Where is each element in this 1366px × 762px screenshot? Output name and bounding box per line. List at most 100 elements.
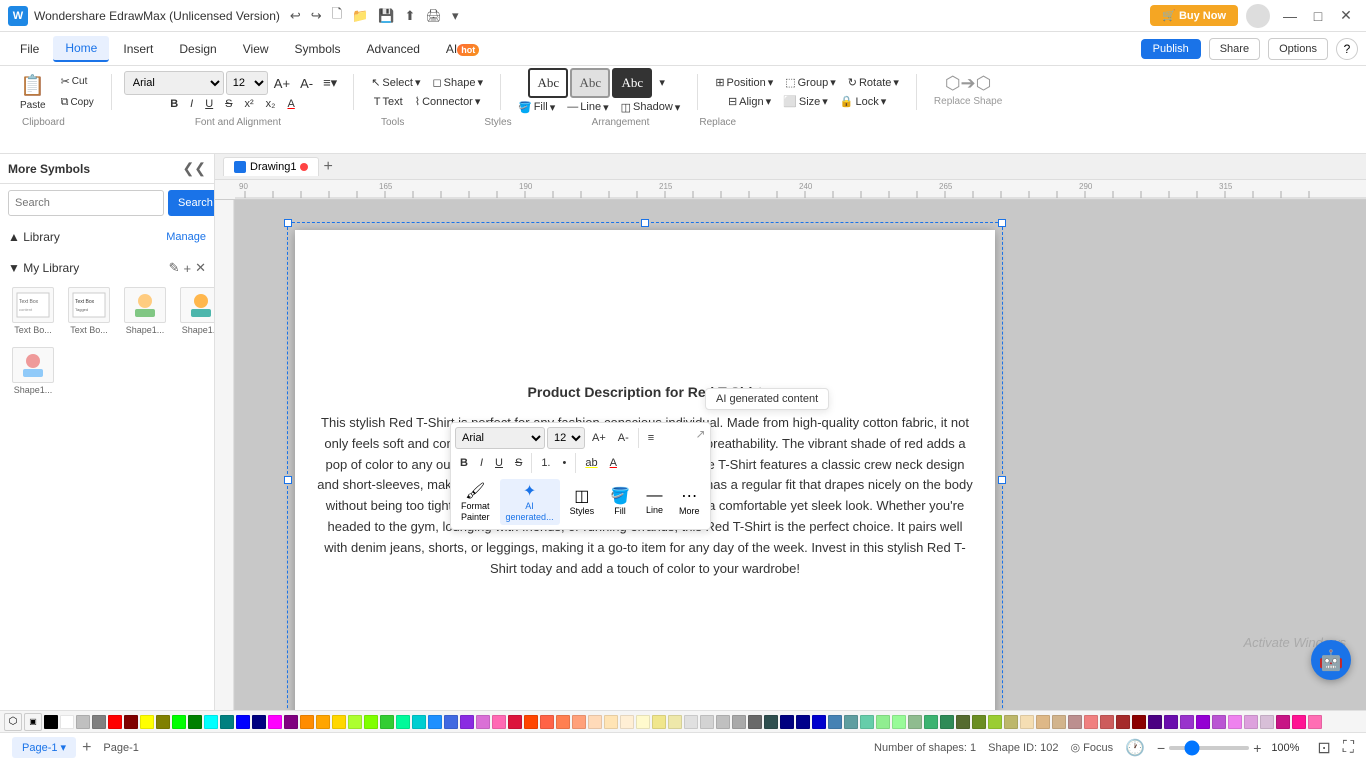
- color-swatch[interactable]: [1244, 715, 1258, 729]
- handle-top[interactable]: [641, 219, 649, 227]
- ft-line-button[interactable]: — Line: [640, 485, 669, 518]
- menu-design[interactable]: Design: [167, 37, 228, 61]
- color-swatch[interactable]: [796, 715, 810, 729]
- color-swatch[interactable]: [364, 715, 378, 729]
- color-swatch[interactable]: [172, 715, 186, 729]
- color-swatch[interactable]: [748, 715, 762, 729]
- ft-fill-button[interactable]: 🪣 Fill: [604, 484, 636, 519]
- menu-view[interactable]: View: [231, 37, 281, 61]
- bold-button[interactable]: B: [165, 95, 183, 113]
- color-swatch[interactable]: [1036, 715, 1050, 729]
- ft-font-select[interactable]: Arial: [455, 427, 545, 449]
- maximize-button[interactable]: □: [1306, 4, 1330, 28]
- list-item[interactable]: Shape1...: [176, 284, 215, 338]
- color-swatch[interactable]: [1068, 715, 1082, 729]
- color-swatch[interactable]: [812, 715, 826, 729]
- font-decrease-button[interactable]: A-: [296, 74, 317, 93]
- undo-button[interactable]: ↩: [286, 3, 305, 29]
- list-item[interactable]: Shape1...: [8, 344, 58, 398]
- cut-button[interactable]: ✂ Cut: [56, 72, 99, 91]
- color-swatch[interactable]: [1164, 715, 1178, 729]
- list-item[interactable]: Text Box Tagged Text Bo...: [64, 284, 114, 338]
- subscript-button[interactable]: x₂: [261, 95, 281, 113]
- buy-now-button[interactable]: 🛒 Buy Now: [1150, 5, 1238, 26]
- color-swatch[interactable]: [1196, 715, 1210, 729]
- color-swatch[interactable]: [1052, 715, 1066, 729]
- connector-button[interactable]: ⌇ Connector ▾: [410, 92, 486, 111]
- zoom-out-button[interactable]: −: [1157, 740, 1165, 756]
- color-swatch[interactable]: [284, 715, 298, 729]
- color-swatch[interactable]: [124, 715, 138, 729]
- list-item[interactable]: Text Box content Text Bo...: [8, 284, 58, 338]
- edit-library-button[interactable]: ✎: [169, 260, 180, 276]
- color-swatch[interactable]: [1100, 715, 1114, 729]
- color-swatch[interactable]: [44, 715, 58, 729]
- color-swatch[interactable]: [780, 715, 794, 729]
- color-swatch[interactable]: [668, 715, 682, 729]
- options-button[interactable]: Options: [1268, 38, 1328, 60]
- focus-button[interactable]: ◎ Focus: [1071, 741, 1114, 754]
- color-swatch[interactable]: [940, 715, 954, 729]
- add-page-button[interactable]: +: [82, 739, 91, 757]
- color-swatch[interactable]: [444, 715, 458, 729]
- publish-button[interactable]: Publish: [1141, 39, 1201, 59]
- copy-button[interactable]: ⧉ Copy: [56, 93, 99, 112]
- redo-button[interactable]: ↪: [307, 3, 326, 29]
- color-swatch[interactable]: [1260, 715, 1274, 729]
- color-swatch[interactable]: [1004, 715, 1018, 729]
- color-swatch[interactable]: [524, 715, 538, 729]
- color-swatch[interactable]: [556, 715, 570, 729]
- color-swatch[interactable]: [908, 715, 922, 729]
- color-swatch[interactable]: [588, 715, 602, 729]
- chatbot-button[interactable]: 🤖: [1311, 640, 1351, 680]
- more-button[interactable]: ▾: [448, 3, 463, 29]
- color-swatch[interactable]: [636, 715, 650, 729]
- color-swatch[interactable]: [620, 715, 634, 729]
- font-increase-button[interactable]: A+: [270, 74, 294, 93]
- color-swatch[interactable]: [348, 715, 362, 729]
- color-swatch[interactable]: [1116, 715, 1130, 729]
- text-tool-button[interactable]: T Text: [369, 93, 408, 111]
- ft-underline-button[interactable]: U: [490, 454, 508, 472]
- color-swatch[interactable]: [300, 715, 314, 729]
- font-size-select[interactable]: 12: [226, 71, 268, 95]
- manage-button[interactable]: Manage: [166, 231, 206, 243]
- page-tab-active[interactable]: Page-1 ▾: [12, 737, 76, 758]
- color-swatch[interactable]: [1212, 715, 1226, 729]
- color-swatch[interactable]: [140, 715, 154, 729]
- open-button[interactable]: 📁: [348, 3, 372, 29]
- menu-file[interactable]: File: [8, 37, 51, 61]
- color-swatch[interactable]: [572, 715, 586, 729]
- handle-left[interactable]: [284, 476, 292, 484]
- user-avatar[interactable]: [1246, 4, 1270, 28]
- color-swatch[interactable]: [700, 715, 714, 729]
- ft-italic-button[interactable]: I: [475, 454, 488, 472]
- ft-color-button[interactable]: A: [605, 454, 622, 472]
- ai-popup[interactable]: AI generated content: [705, 388, 829, 410]
- color-swatch[interactable]: [108, 715, 122, 729]
- color-swatch[interactable]: [1020, 715, 1034, 729]
- ft-list-ul-button[interactable]: •: [558, 454, 572, 472]
- ft-decrease-button[interactable]: A-: [613, 429, 634, 447]
- position-button[interactable]: ⊞ Position ▾: [710, 73, 778, 92]
- color-swatch[interactable]: [956, 715, 970, 729]
- ft-list-ol-button[interactable]: 1.: [536, 454, 555, 472]
- color-swatch[interactable]: [1276, 715, 1290, 729]
- menu-home[interactable]: Home: [53, 36, 109, 62]
- color-swatch[interactable]: [60, 715, 74, 729]
- color-swatch[interactable]: [1148, 715, 1162, 729]
- replace-shape-button[interactable]: ⬡➔⬡ Replace Shape: [929, 70, 1007, 114]
- ft-format-painter[interactable]: 🖌 FormatPainter: [455, 479, 496, 525]
- save-button[interactable]: 💾: [374, 3, 398, 29]
- color-swatch[interactable]: [76, 715, 90, 729]
- color-swatch[interactable]: [316, 715, 330, 729]
- color-swatch[interactable]: [540, 715, 554, 729]
- fit-button[interactable]: ⊡: [1317, 738, 1330, 758]
- menu-advanced[interactable]: Advanced: [355, 37, 432, 61]
- strikethrough-button[interactable]: S: [220, 95, 237, 113]
- close-library-button[interactable]: ✕: [195, 260, 206, 276]
- color-swatch[interactable]: [1292, 715, 1306, 729]
- color-picker-button[interactable]: ⬡: [4, 713, 22, 731]
- library-title[interactable]: ▲ Library: [8, 230, 60, 244]
- menu-ai[interactable]: AIhot: [434, 37, 491, 61]
